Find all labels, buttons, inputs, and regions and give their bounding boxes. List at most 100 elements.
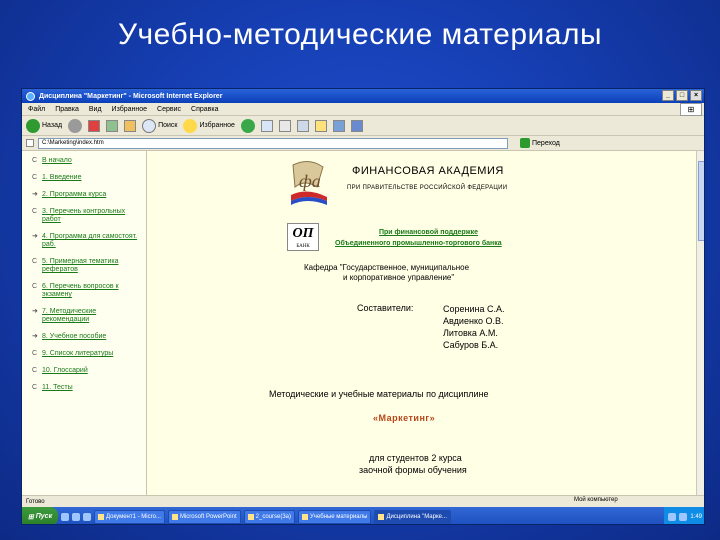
stop-icon[interactable] [88, 119, 101, 132]
nav-item[interactable]: С 6. Перечень вопросов к экзамену [32, 283, 142, 299]
menu-file[interactable]: Файл [28, 106, 45, 113]
search-icon [142, 118, 157, 133]
menu-help[interactable]: Справка [191, 106, 218, 113]
ie-icon [378, 513, 385, 520]
messenger-icon[interactable] [332, 119, 345, 132]
nav-link[interactable]: 7. Методические рекомендации [42, 308, 142, 324]
refresh-icon[interactable] [106, 119, 119, 132]
back-arrow-icon [26, 118, 40, 133]
quicklaunch-desktop-icon[interactable] [72, 512, 80, 521]
nav-link[interactable]: 5. Примерная тематика рефератов [42, 258, 142, 274]
nav-link[interactable]: 4. Программа для самостоят. раб. [42, 233, 142, 249]
nav-item[interactable]: С В начало [32, 157, 142, 165]
academy-logo: фа [291, 161, 327, 205]
history-icon[interactable] [240, 118, 255, 133]
arrow-icon: ➜ [32, 233, 38, 240]
menu-view[interactable]: Вид [89, 106, 102, 113]
nav-item[interactable]: ➜ 2. Программа курса [32, 191, 142, 199]
menu-edit[interactable]: Правка [55, 106, 79, 113]
nav-item[interactable]: С 11. Тесты [32, 384, 142, 392]
nav-link[interactable]: 6. Перечень вопросов к экзамену [42, 283, 142, 299]
task-powerpoint[interactable]: Microsoft PowerPoint [167, 509, 241, 524]
nav-link[interactable]: 1. Введение [42, 174, 81, 182]
quicklaunch-ie-icon[interactable] [61, 512, 69, 521]
close-button[interactable]: × [690, 90, 702, 101]
task-materials[interactable]: Учебные материалы [298, 509, 372, 524]
nav-item[interactable]: С 9. Список литературы [32, 350, 142, 358]
language-icon[interactable] [668, 512, 677, 521]
main-panel: фа ФИНАНСОВАЯ АКАДЕМИЯ ПРИ ПРАВИТЕЛЬСТВЕ… [147, 151, 696, 495]
task-folder[interactable]: 2_course(3a) [243, 509, 295, 524]
volume-icon[interactable] [679, 512, 688, 521]
nav-item[interactable]: С 3. Перечень контрольных работ [32, 208, 142, 224]
compiler-name: Сабуров Б.А. [443, 340, 499, 350]
clock: 1:49 [690, 513, 702, 520]
menu-tools[interactable]: Сервис [157, 106, 181, 113]
taskbar: ⊞ Пуск Документ1 - Micro... Microsoft Po… [22, 507, 704, 524]
folder-icon[interactable] [314, 119, 327, 132]
minimize-button[interactable]: _ [662, 90, 674, 101]
nav-link[interactable]: 9. Список литературы [42, 350, 113, 358]
nav-link[interactable]: 8. Учебное пособие [42, 333, 106, 341]
nav-link[interactable]: 3. Перечень контрольных работ [42, 208, 142, 224]
address-bar: C:\Marketing\index.htm Переход [22, 136, 704, 151]
page-icon [26, 139, 34, 147]
svg-text:фа: фа [299, 171, 321, 191]
menu-favorites[interactable]: Избранное [112, 106, 147, 113]
windows-logo-icon: ⊞ [680, 103, 702, 116]
task-word[interactable]: Документ1 - Micro... [94, 509, 165, 524]
compiler-name: Авдиенко О.В. [443, 316, 504, 326]
nav-item[interactable]: С 1. Введение [32, 174, 142, 182]
nav-item[interactable]: ➜ 4. Программа для самостоят. раб. [32, 233, 142, 249]
folder-icon [247, 513, 254, 520]
folder-icon [302, 513, 308, 520]
maximize-button[interactable]: □ [676, 90, 688, 101]
windows-flag-icon: ⊞ [27, 513, 34, 521]
department-line-1: Кафедра "Государственное, муниципальное [304, 263, 470, 272]
address-input[interactable]: C:\Marketing\index.htm [38, 137, 508, 149]
search-button[interactable]: Поиск [142, 118, 177, 133]
go-arrow-icon [520, 138, 530, 148]
academy-subtitle: ПРИ ПРАВИТЕЛЬСТВЕ РОССИЙСКОЙ ФЕДЕРАЦИИ [347, 185, 508, 191]
nav-item[interactable]: С 10. Глоссарий [32, 367, 142, 375]
edit-icon[interactable] [296, 119, 309, 132]
status-text: Готово [26, 498, 45, 505]
arrow-icon: ➜ [32, 333, 38, 340]
quicklaunch-media-icon[interactable] [83, 512, 91, 521]
security-zone: Мой компьютер [574, 497, 618, 503]
nav-item[interactable]: ➜ 8. Учебное пособие [32, 333, 142, 341]
nav-link[interactable]: 11. Тесты [42, 384, 73, 392]
nav-item[interactable]: С 5. Примерная тематика рефератов [32, 258, 142, 274]
bullet-icon: С [32, 174, 38, 181]
vertical-scrollbar[interactable] [696, 151, 704, 495]
favorites-button[interactable]: Избранное [183, 118, 235, 133]
back-button[interactable]: Назад [26, 118, 62, 133]
menu-bar: Файл Правка Вид Избранное Сервис Справка… [22, 103, 704, 116]
bullet-icon: С [32, 283, 38, 290]
materials-heading: Методические и учебные материалы по дисц… [269, 389, 489, 399]
home-icon[interactable] [124, 119, 137, 132]
audience-line-2: заочной формы обучения [359, 465, 467, 475]
nav-link[interactable]: 2. Программа курса [42, 191, 106, 199]
mail-icon[interactable] [260, 119, 273, 132]
scrollbar-thumb[interactable] [698, 161, 704, 241]
nav-link[interactable]: 10. Глоссарий [42, 367, 88, 375]
compilers-list: Соренина С.А. Авдиенко О.В. Литовка А.М.… [443, 303, 505, 351]
start-button[interactable]: ⊞ Пуск [22, 507, 58, 524]
status-bar: Готово Мой компьютер [22, 495, 704, 507]
compiler-name: Соренина С.А. [443, 304, 505, 314]
bullet-icon: С [32, 157, 38, 164]
go-button[interactable]: Переход [520, 138, 560, 148]
bank-link[interactable]: Объединенного промышленно-торгового банк… [335, 240, 502, 247]
print-icon[interactable] [278, 119, 291, 132]
nav-link[interactable]: В начало [42, 157, 72, 165]
forward-button[interactable] [68, 118, 83, 133]
task-browser[interactable]: Дисциплина "Марке... [374, 509, 451, 524]
powerpoint-icon [171, 513, 178, 520]
browser-window: Дисциплина "Маркетинг" - Microsoft Inter… [21, 88, 705, 525]
arrow-icon: ➜ [32, 308, 38, 315]
compilers-label: Составители: [357, 303, 414, 313]
nav-item[interactable]: ➜ 7. Методические рекомендации [32, 308, 142, 324]
support-link[interactable]: При финансовой поддержке [379, 229, 478, 236]
media-icon[interactable] [350, 119, 363, 132]
